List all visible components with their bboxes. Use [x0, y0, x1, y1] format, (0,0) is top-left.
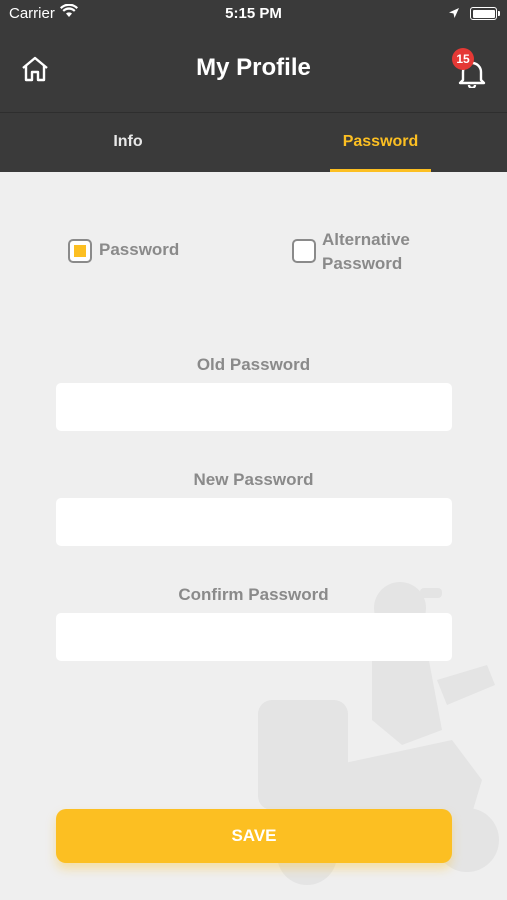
alternative-label-line1: Alternative [322, 230, 410, 249]
active-tab-indicator [330, 169, 431, 172]
profile-tabs: Info Password [0, 112, 507, 172]
alternative-password-checkbox[interactable] [292, 239, 316, 263]
old-password-label: Old Password [196, 355, 311, 374]
notifications-button[interactable]: 15 [452, 48, 492, 90]
alternative-password-option-label[interactable]: Alternative Password [322, 228, 410, 276]
new-password-input[interactable] [56, 498, 452, 546]
password-checkbox[interactable] [68, 239, 92, 263]
status-bar: Carrier 5:15 PM [0, 0, 507, 28]
app-header: Carrier 5:15 PM My Profile 15 [0, 0, 507, 112]
password-option-label[interactable]: Password [99, 238, 179, 262]
location-arrow-icon [448, 6, 460, 23]
save-button[interactable]: SAVE [56, 809, 452, 863]
status-time: 5:15 PM [225, 5, 282, 22]
confirm-password-input[interactable] [56, 613, 452, 661]
notification-badge: 15 [452, 48, 474, 70]
battery-icon [470, 7, 500, 20]
tab-info[interactable]: Info [28, 113, 228, 173]
page-title: My Profile [196, 54, 311, 81]
new-password-label: New Password [193, 470, 314, 489]
tab-password[interactable]: Password [330, 113, 431, 173]
alternative-label-line2: Password [322, 254, 403, 273]
confirm-password-label: Confirm Password [178, 585, 329, 604]
old-password-input[interactable] [56, 383, 452, 431]
